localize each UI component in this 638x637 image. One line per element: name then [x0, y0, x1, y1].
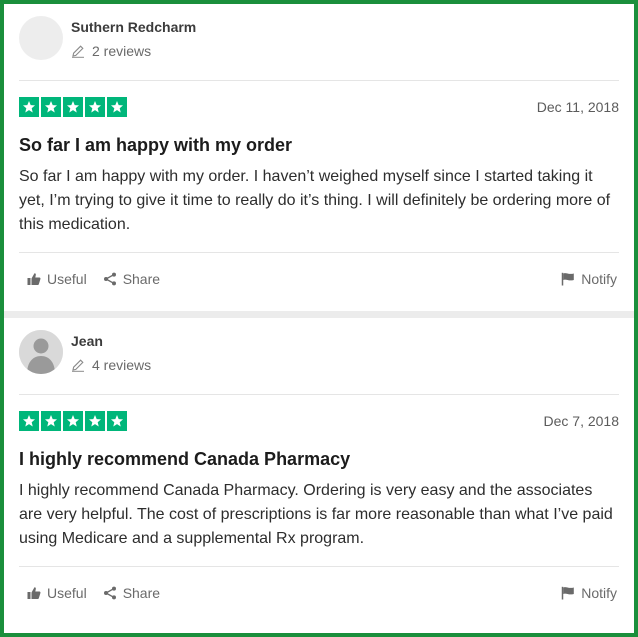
- notify-label: Notify: [581, 271, 617, 287]
- thumbs-up-icon: [27, 587, 41, 599]
- review-date: Dec 7, 2018: [543, 413, 620, 429]
- star-icon: [107, 97, 127, 117]
- share-icon: [103, 586, 116, 600]
- star-icon: [63, 97, 83, 117]
- review-date: Dec 11, 2018: [536, 99, 619, 115]
- review-actions-left: Useful Share: [19, 271, 160, 287]
- share-icon: [103, 272, 116, 286]
- review-title[interactable]: So far I am happy with my order: [19, 134, 619, 156]
- useful-button[interactable]: Useful: [27, 271, 87, 287]
- review-separator: [4, 311, 634, 318]
- flag-icon: [561, 272, 575, 286]
- review-header: Suthern Redcharm 2 reviews: [19, 4, 619, 76]
- star-icon: [85, 411, 105, 431]
- notify-label: Notify: [581, 585, 617, 601]
- pencil-icon: [72, 359, 84, 372]
- useful-label: Useful: [47, 271, 87, 287]
- review-card: Jean 4 reviews Dec 7, 2018 I highly reco…: [4, 318, 634, 633]
- star-icon: [19, 411, 39, 431]
- user-info: Jean 4 reviews: [71, 330, 151, 373]
- avatar[interactable]: [19, 16, 63, 60]
- share-label: Share: [122, 271, 161, 287]
- reviews-frame: Suthern Redcharm 2 reviews Dec 11, 2018 …: [0, 0, 638, 637]
- review-actions: Useful Share Notify: [19, 253, 619, 305]
- review-body: So far I am happy with my order. I haven…: [19, 168, 611, 233]
- review-count-label: 4 reviews: [92, 357, 152, 373]
- user-name[interactable]: Suthern Redcharm: [71, 18, 196, 36]
- star-icon: [41, 411, 61, 431]
- divider: [19, 394, 619, 395]
- review-count-label: 2 reviews: [92, 43, 152, 59]
- useful-label: Useful: [47, 585, 87, 601]
- share-button[interactable]: Share: [103, 585, 160, 601]
- divider: [19, 80, 619, 81]
- pencil-icon: [72, 45, 84, 58]
- star-icon: [41, 97, 61, 117]
- user-info: Suthern Redcharm 2 reviews: [71, 16, 196, 59]
- notify-button[interactable]: Notify: [561, 271, 619, 287]
- thumbs-up-icon: [27, 273, 41, 285]
- review-header: Jean 4 reviews: [19, 318, 619, 390]
- notify-button[interactable]: Notify: [561, 585, 619, 601]
- star-icon: [107, 411, 127, 431]
- user-silhouette-icon: [19, 330, 63, 374]
- review-title[interactable]: I highly recommend Canada Pharmacy: [19, 448, 619, 470]
- useful-button[interactable]: Useful: [27, 585, 87, 601]
- user-review-count: 4 reviews: [71, 357, 151, 373]
- review-actions: Useful Share Notify: [19, 567, 619, 619]
- review-body: I highly recommend Canada Pharmacy. Orde…: [19, 482, 613, 547]
- avatar[interactable]: [19, 330, 63, 374]
- star-icon: [19, 97, 39, 117]
- share-button[interactable]: Share: [103, 271, 160, 287]
- star-rating: [19, 97, 127, 117]
- rating-row: Dec 7, 2018: [19, 411, 619, 431]
- star-icon: [63, 411, 83, 431]
- star-rating: [19, 411, 127, 431]
- star-icon: [85, 97, 105, 117]
- review-card: Suthern Redcharm 2 reviews Dec 11, 2018 …: [4, 4, 634, 311]
- flag-icon: [561, 586, 575, 600]
- user-name[interactable]: Jean: [71, 332, 151, 350]
- review-actions-left: Useful Share: [19, 585, 160, 601]
- share-label: Share: [122, 585, 161, 601]
- user-review-count: 2 reviews: [71, 43, 196, 59]
- rating-row: Dec 11, 2018: [19, 97, 619, 117]
